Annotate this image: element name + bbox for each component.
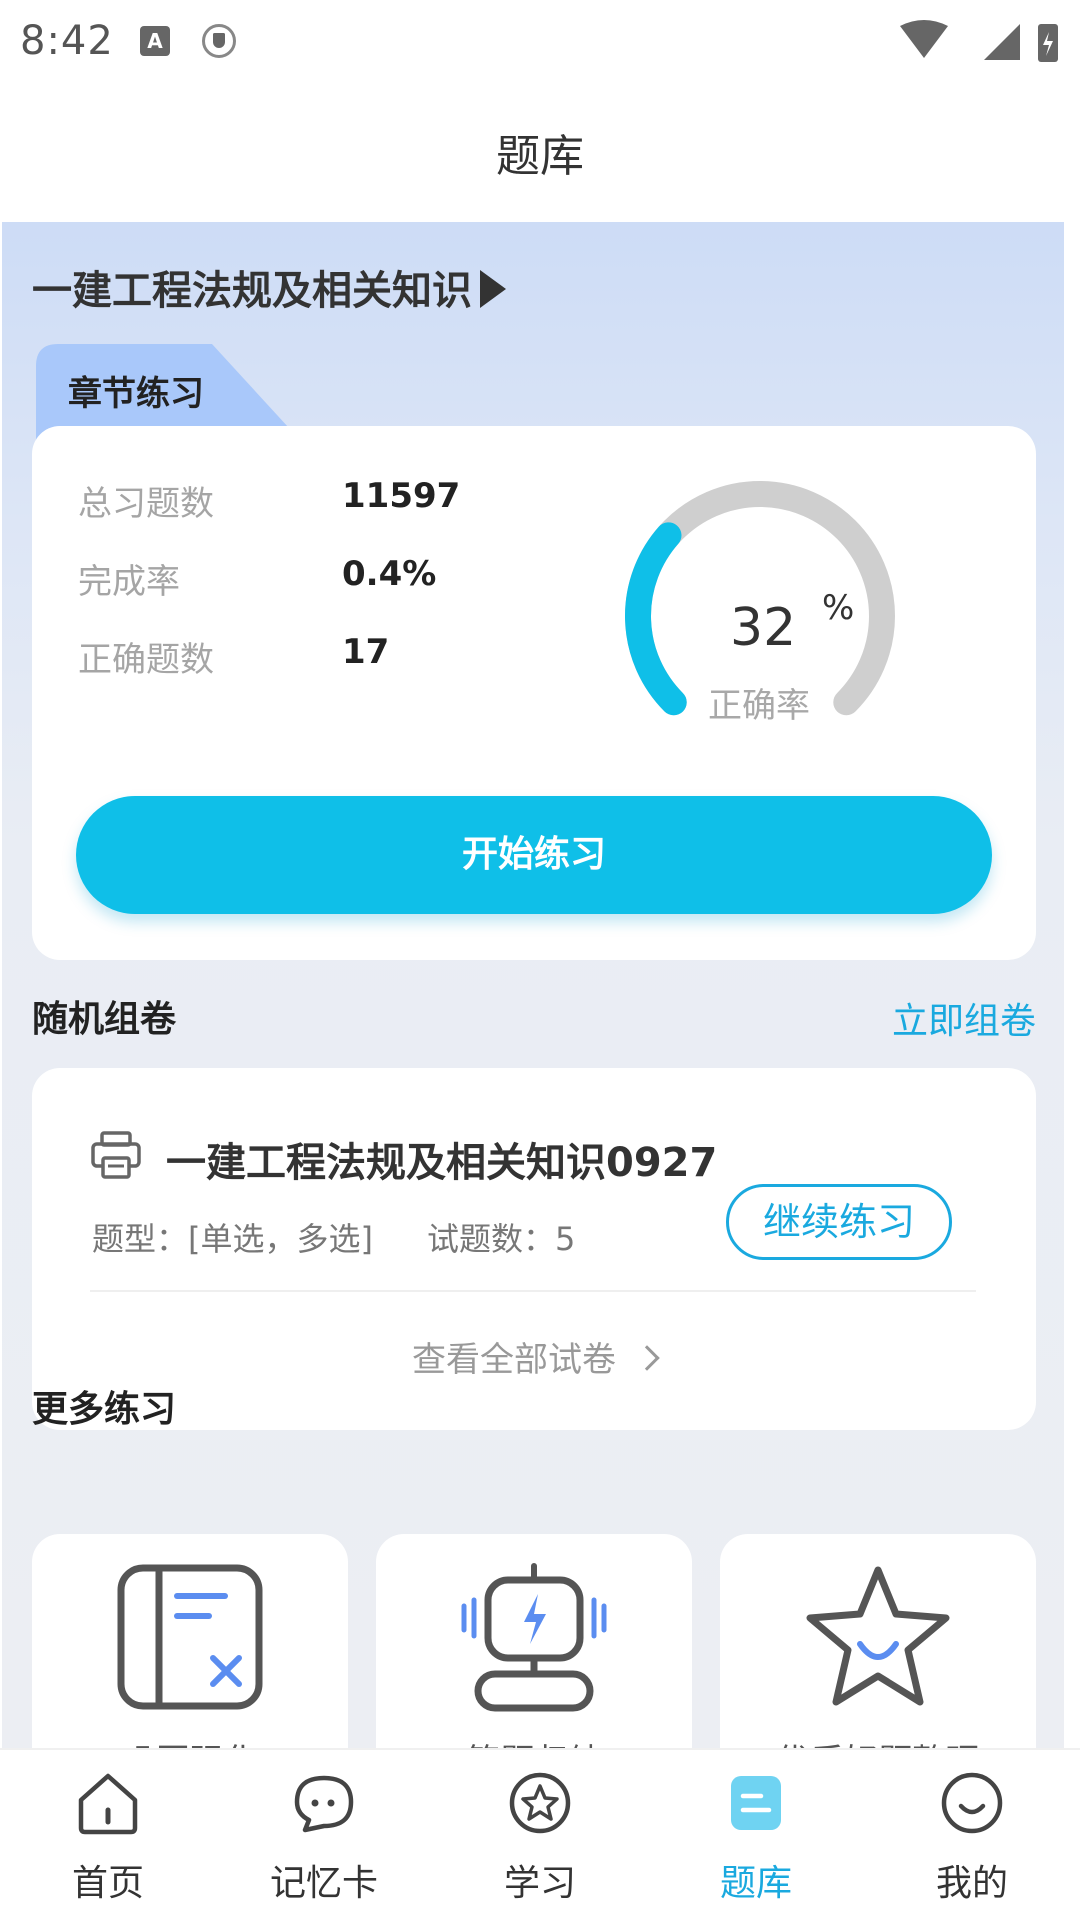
- status-bar: 8:42 A: [0, 0, 1080, 84]
- accuracy-gauge: 32 % 正确率: [610, 466, 940, 766]
- tile-label: 巩固强化: [32, 1734, 348, 1748]
- tab-label: 章节练习: [68, 374, 204, 414]
- paper-title[interactable]: 一建工程法规及相关知识0927: [166, 1130, 717, 1188]
- continue-practice-button[interactable]: 继续练习: [726, 1184, 952, 1260]
- status-time: 8:42: [20, 18, 114, 64]
- shield-icon: [202, 24, 236, 58]
- paper-question-count: 试题数：5: [426, 1220, 576, 1258]
- accuracy-unit: %: [822, 588, 855, 628]
- tile-summary[interactable]: 答题归纳: [376, 1534, 692, 1748]
- random-paper-card: 一建工程法规及相关知识0927 题型：[单选，多选] 试题数：5 继续练习 查看全…: [32, 1068, 1036, 1430]
- status-indicators: [900, 20, 1058, 62]
- stat-value: 17: [342, 632, 390, 672]
- signal-icon: [984, 24, 1020, 60]
- profile-face-icon: [941, 1772, 1003, 1834]
- wifi-icon: [900, 20, 948, 58]
- tab-chapter-practice[interactable]: 章节练习: [36, 340, 316, 440]
- stat-label: 正确题数: [78, 640, 214, 680]
- tab-study[interactable]: 学习: [432, 1750, 648, 1920]
- tab-label: 我的: [935, 1863, 1008, 1904]
- tab-label: 题库: [719, 1863, 792, 1904]
- subject-selector[interactable]: 一建工程法规及相关知识: [32, 258, 506, 316]
- tab-question-bank[interactable]: 题库: [648, 1750, 864, 1920]
- tab-profile[interactable]: 我的: [864, 1750, 1080, 1920]
- bottom-tab-bar: 首页 记忆卡 学习 题库 我的: [0, 1748, 1080, 1920]
- tile-label: 答题归纳: [376, 1734, 692, 1748]
- home-icon: [78, 1773, 138, 1835]
- chat-bubble-icon: [294, 1775, 354, 1833]
- random-paper-title: 随机组卷: [32, 999, 177, 1040]
- start-practice-button[interactable]: 开始练习: [76, 796, 992, 914]
- tile-quality-questions[interactable]: 优质好题整理: [720, 1534, 1036, 1748]
- stat-value: 11597: [342, 476, 461, 516]
- gauge-fill: [625, 522, 687, 716]
- view-all-label: 查看全部试卷: [412, 1340, 616, 1380]
- app-header: 题库: [0, 84, 1080, 222]
- page-title: 题库: [496, 131, 584, 182]
- paper-question-types: 题型：[单选，多选]: [92, 1220, 373, 1258]
- subject-name: 一建工程法规及相关知识: [32, 268, 472, 314]
- wrong-book-icon: [117, 1564, 263, 1710]
- main-content[interactable]: 一建工程法规及相关知识 章节练习 总习题数 11597 完成率 0.4% 正确题…: [2, 222, 1064, 1748]
- question-bank-icon: [731, 1776, 781, 1830]
- create-paper-link[interactable]: 立即组卷: [892, 992, 1036, 1044]
- tab-memory-cards[interactable]: 记忆卡: [216, 1750, 432, 1920]
- view-all-papers-link[interactable]: 查看全部试卷: [32, 1332, 1036, 1381]
- play-arrow-icon: [480, 270, 506, 308]
- chevron-right-icon: [634, 1345, 660, 1371]
- star-badge-icon: [509, 1772, 571, 1834]
- stat-label: 完成率: [78, 562, 180, 602]
- stat-label: 总习题数: [78, 484, 214, 524]
- tile-consolidate[interactable]: 巩固强化: [32, 1534, 348, 1748]
- tab-label: 首页: [71, 1863, 144, 1904]
- star-smile-icon: [806, 1566, 950, 1706]
- robot-icon: [461, 1563, 607, 1712]
- divider: [90, 1290, 976, 1292]
- chapter-practice-card: 总习题数 11597 完成率 0.4% 正确题数 17 32 % 正确率 开始练…: [32, 426, 1036, 960]
- paper-meta: 题型：[单选，多选] 试题数：5: [92, 1214, 575, 1260]
- stat-value: 0.4%: [342, 554, 437, 594]
- tab-home[interactable]: 首页: [0, 1750, 216, 1920]
- printer-icon: [91, 1131, 141, 1179]
- tile-label: 优质好题整理: [720, 1734, 1036, 1748]
- keyboard-notification-icon: A: [140, 26, 170, 56]
- accuracy-value: 32: [730, 598, 797, 658]
- more-practice-title: 更多练习: [32, 1389, 177, 1430]
- tab-label: 记忆卡: [269, 1863, 378, 1904]
- accuracy-label: 正确率: [708, 686, 810, 726]
- tab-label: 学习: [503, 1863, 576, 1904]
